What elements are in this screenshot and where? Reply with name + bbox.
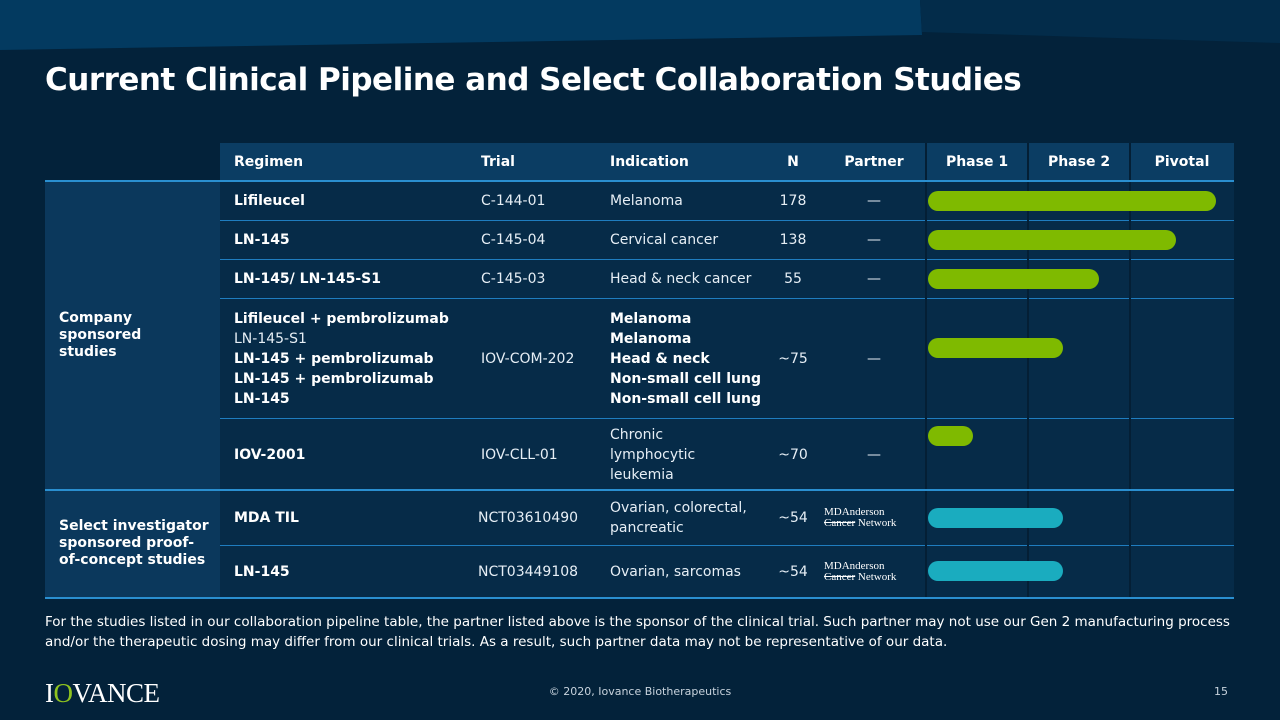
- group-divider: [45, 489, 1234, 491]
- trial-cell: IOV-COM-202: [481, 350, 575, 367]
- progress-bar-company: [928, 426, 973, 446]
- regimen-cell-line: LN-145: [234, 232, 290, 248]
- regimen-cell-line: LN-145 + pembrolizumab: [234, 350, 434, 367]
- group-label-text: Company sponsored studies: [59, 310, 142, 360]
- indication-cell: Melanoma Melanoma Head & neck Non-small cel…: [610, 299, 761, 418]
- indication-cell: Chronic lymphocytic leukemia: [610, 419, 695, 490]
- indication-cell-line: lymphocytic: [610, 446, 696, 463]
- n-cell: ~70: [778, 446, 808, 463]
- indication-cell: Head & neck cancer: [610, 260, 751, 298]
- regimen-cell-line: LN-145: [234, 563, 290, 580]
- indication-cell-line: Non-small cell lung: [610, 390, 761, 407]
- footnote: For the studies listed in our collaborat…: [45, 614, 1230, 650]
- indication-cell: Ovarian, colorectal, pancreatic: [610, 490, 747, 545]
- copyright: © 2020, Iovance Biotherapeutics: [548, 685, 732, 698]
- partner-logo-line2: Cancer Network: [824, 570, 897, 583]
- indication-cell-line: Melanoma: [610, 310, 692, 327]
- indication-cell: Cervical cancer: [610, 221, 718, 259]
- progress-bar-company: [928, 229, 1176, 250]
- page-number: 15: [1214, 685, 1228, 698]
- page-title: Current Clinical Pipeline and Select Col…: [45, 62, 1022, 98]
- partner-logo: MDAnderson Cancer Network: [824, 490, 896, 545]
- progress-bar-company: [928, 268, 1100, 289]
- indication-cell-line: Ovarian, sarcomas: [610, 563, 741, 580]
- regimen-cell-line: MDA TIL: [234, 509, 299, 526]
- indication-cell: Melanoma: [610, 181, 683, 220]
- progress-bar-company: [928, 338, 1063, 358]
- regimen-cell-line: Lifileucel: [234, 192, 305, 209]
- partner-cell: —: [867, 350, 881, 367]
- phase-divider: [925, 143, 927, 598]
- partner-logo: MDAnderson Cancer Network: [824, 546, 896, 597]
- phase-divider: [1129, 143, 1131, 598]
- trial-cell: C-145-03: [481, 271, 546, 287]
- n-cell: 178: [779, 192, 807, 209]
- n-cell: ~75: [778, 350, 808, 367]
- indication-cell-line: Ovarian, colorectal,: [610, 499, 747, 516]
- partner-logo-line2: Cancer Network: [824, 516, 897, 529]
- indication-cell-line: leukemia: [610, 466, 674, 483]
- indication-cell-line: Non-small cell lung: [610, 370, 761, 387]
- indication-cell-line: Melanoma: [610, 330, 692, 347]
- regimen-cell: MDA TIL: [234, 490, 299, 545]
- group-label-text: Select investigator sponsored proof-of-c…: [59, 518, 209, 568]
- table-top-rule: [45, 180, 1234, 182]
- trial-cell: C-145-04: [481, 232, 546, 248]
- header-trial: Trial: [481, 154, 515, 170]
- regimen-cell: LN-145: [234, 546, 290, 597]
- trial-cell: NCT03449108: [478, 563, 579, 580]
- header-indication: Indication: [610, 154, 689, 170]
- header-pivotal: Pivotal: [1154, 154, 1210, 170]
- regimen-cell: LN-145: [234, 221, 290, 259]
- partner-cell: —: [867, 446, 881, 463]
- regimen-cell-line: IOV-2001: [234, 446, 306, 463]
- header-partner: Partner: [844, 154, 904, 170]
- regimen-cell-line: Lifileucel + pembrolizumab: [234, 310, 449, 327]
- table-row: IOV-2001 IOV-CLL-01 Chronic lymphocytic leuk…: [220, 418, 1234, 490]
- phase-divider: [1027, 143, 1029, 598]
- trial-cell: NCT03610490: [478, 509, 579, 526]
- indication-cell-line: Head & neck: [610, 350, 710, 367]
- progress-bar-investigator: [928, 561, 1063, 581]
- indication-cell-line: pancreatic: [610, 519, 684, 536]
- regimen-cell: LN-145/ LN-145-S1: [234, 260, 381, 298]
- regimen-cell: Lifileucel + pembrolizumab LN-145-S1 LN-14…: [234, 299, 449, 418]
- partner-cell: —: [867, 192, 881, 209]
- regimen-cell-line: LN-145/ LN-145-S1: [234, 271, 381, 287]
- indication-cell: Ovarian, sarcomas: [610, 546, 741, 597]
- header-phase1: Phase 1: [945, 154, 1009, 170]
- trial-cell: IOV-CLL-01: [481, 446, 558, 463]
- n-cell: 138: [779, 232, 807, 248]
- table-bottom-rule: [45, 597, 1234, 599]
- header-n: N: [787, 154, 799, 170]
- partner-cell: —: [867, 232, 881, 248]
- n-cell: ~54: [778, 509, 808, 526]
- regimen-cell: Lifileucel: [234, 181, 305, 220]
- indication-cell-line: Head & neck cancer: [610, 271, 752, 287]
- regimen-cell-line: LN-145 + pembrolizumab: [234, 370, 434, 387]
- group-label: Company sponsored studies: [45, 181, 220, 490]
- header-phase2: Phase 2: [1047, 154, 1111, 170]
- regimen-cell-line: LN-145: [234, 390, 290, 407]
- progress-bar-investigator: [928, 507, 1063, 528]
- indication-cell-line: Melanoma: [610, 192, 683, 209]
- trial-cell: C-144-01: [481, 192, 546, 209]
- table-row: MDA TIL NCT03610490 Ovarian, colorectal, pa…: [220, 490, 1234, 545]
- regimen-cell-line: LN-145-S1: [234, 330, 307, 347]
- partner-cell: —: [867, 271, 881, 287]
- group-label: Select investigator sponsored proof-of-c…: [45, 490, 220, 597]
- n-cell: 55: [784, 271, 802, 287]
- table-row: LN-145 NCT03449108 Ovarian, sarcomas ~54 MDA…: [220, 545, 1234, 597]
- progress-bar-company: [928, 190, 1216, 211]
- regimen-cell: IOV-2001: [234, 419, 305, 490]
- header-banner: [0, 0, 1280, 50]
- n-cell: ~54: [778, 563, 808, 580]
- header-regimen: Regimen: [234, 154, 304, 170]
- table-row: Lifileucel + pembrolizumab LN-145-S1 LN-14…: [220, 298, 1234, 418]
- indication-cell-line: Chronic: [610, 426, 664, 443]
- indication-cell-line: Cervical cancer: [610, 232, 719, 248]
